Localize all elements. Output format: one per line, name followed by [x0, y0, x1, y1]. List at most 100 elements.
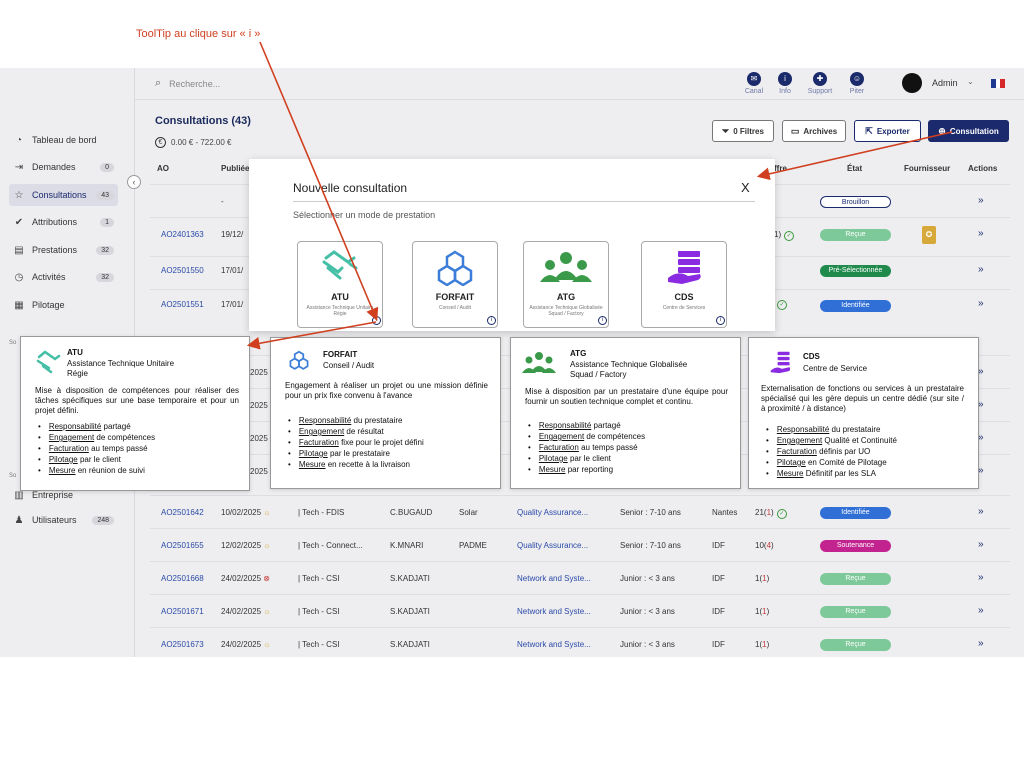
sidebar-item-prestations[interactable]: ▤ Prestations 32: [9, 239, 118, 261]
table-row[interactable]: AO2501642 10/02/2025 ☼ | Tech - FDIS C.B…: [150, 495, 1010, 528]
sidebar-section-label: So: [9, 473, 17, 479]
chevron-right-icon[interactable]: »: [978, 298, 984, 309]
alert-circle-icon: ⊗: [261, 574, 270, 583]
sidebar-item-demandes[interactable]: ⇥ Demandes 0: [9, 156, 118, 178]
chevron-right-icon[interactable]: »: [978, 228, 984, 239]
count-badge: 1: [100, 217, 114, 227]
modal-title: Nouvelle consultation: [293, 181, 408, 195]
server-hand-icon: [770, 351, 791, 374]
plus-circle-icon: ⊕: [938, 125, 946, 136]
filters-button[interactable]: ⏷ 0 Filtres: [712, 120, 774, 142]
chevron-right-icon[interactable]: »: [978, 264, 984, 275]
info-icon: i: [778, 72, 792, 86]
mode-card-atg[interactable]: ATG Assistance Technique Globalisée Squa…: [523, 241, 609, 328]
chevron-down-icon[interactable]: ⌄: [967, 77, 974, 86]
page-title: Consultations (43): [155, 115, 251, 127]
tooltip-atu: ATU Assistance Technique Unitaire Régie …: [20, 336, 250, 491]
info-icon[interactable]: i: [487, 316, 496, 325]
column-header-state[interactable]: État: [847, 164, 862, 173]
status-badge: Pré-Sélectionnée: [820, 265, 891, 277]
table-row[interactable]: AO2501655 12/02/2025 ☼ | Tech - Connect.…: [150, 528, 1010, 561]
sidebar-item-dashboard[interactable]: ◔ Tableau de bord: [9, 129, 118, 151]
flag-stripe-red: [1000, 79, 1006, 88]
status-badge: Identifiée: [820, 507, 891, 519]
mode-card-cds[interactable]: CDS Centre de Services i: [641, 241, 727, 328]
chevron-right-icon[interactable]: »: [978, 605, 984, 616]
status-badge: Identifiée: [820, 300, 891, 312]
count-badge: 248: [92, 515, 114, 525]
search-box[interactable]: ⌕ Recherche...: [155, 77, 220, 90]
filter-icon: ⏷: [722, 125, 730, 136]
chevron-right-icon[interactable]: »: [978, 638, 984, 649]
column-header-offer[interactable]: ffre: [774, 164, 787, 173]
sidebar-item-utilisateurs[interactable]: ♟ Utilisateurs 248: [9, 509, 118, 531]
count-badge: 0: [100, 162, 114, 172]
sun-icon: ☼: [261, 607, 271, 616]
gauge-icon: ◔: [15, 134, 23, 146]
tooltip-features: Responsabilité partagé Engagement de com…: [525, 420, 645, 475]
divider: [293, 201, 755, 202]
table-row[interactable]: AO2501673 24/02/2025 ☼ | Tech - CSI S.KA…: [150, 627, 1010, 657]
chevron-right-icon[interactable]: »: [978, 539, 984, 550]
chevron-right-icon[interactable]: »: [978, 506, 984, 517]
close-button[interactable]: X: [741, 180, 750, 195]
info-icon[interactable]: i: [716, 316, 725, 325]
top-bar: ⌕ Recherche... ✉ Canal i Info ✚ Support …: [135, 68, 1024, 100]
sidebar-item-pilotage[interactable]: ▦ Pilotage: [9, 294, 118, 316]
annotation-note: ToolTip au clique sur « i »: [136, 28, 261, 40]
mode-card-atu[interactable]: ATU Assistance Technique Unitaire Régie …: [297, 241, 383, 328]
check-circle-icon: ✓: [777, 300, 787, 310]
language-flag[interactable]: [991, 79, 1006, 88]
tooltip-features: Responsabilité du prestataire Engagement…: [763, 424, 897, 479]
search-input[interactable]: Recherche...: [169, 79, 220, 89]
count-badge: 43: [96, 190, 114, 200]
chevron-right-icon[interactable]: »: [978, 195, 984, 206]
tool-canal[interactable]: ✉ Canal: [737, 72, 771, 95]
archive-icon: ▭: [790, 125, 800, 136]
archives-button[interactable]: ▭ Archives: [782, 120, 846, 142]
chevron-right-icon[interactable]: »: [978, 572, 984, 583]
mode-card-forfait[interactable]: FORFAIT Conseil / Audit i: [412, 241, 498, 328]
info-icon[interactable]: i: [372, 316, 381, 325]
cubes-icon: [289, 350, 309, 370]
report-icon: ▦: [14, 299, 24, 311]
status-badge: Brouillon: [820, 196, 891, 208]
status-badge: Reçue: [820, 639, 891, 651]
column-header-actions[interactable]: Actions: [968, 164, 997, 173]
lifebuoy-icon: ✚: [813, 72, 827, 86]
check-circle-icon: ✓: [784, 231, 795, 241]
modal-subtitle: Sélectionner un mode de prestation: [293, 210, 436, 220]
new-consultation-modal: Nouvelle consultation X Sélectionner un …: [249, 159, 775, 331]
chat-icon: ✉: [747, 72, 761, 86]
tool-piter[interactable]: ☺ Piter: [840, 72, 874, 95]
column-header-ao[interactable]: AO: [157, 164, 169, 173]
sidebar-item-activites[interactable]: ◷ Activités 32: [9, 266, 118, 288]
table-row[interactable]: AO2501668 24/02/2025 ⊗ | Tech - CSI S.KA…: [150, 561, 1010, 594]
check-circle-icon: ✓: [776, 509, 787, 519]
collapse-sidebar-button[interactable]: ‹: [127, 175, 141, 189]
sun-icon: ☼: [261, 640, 271, 649]
search-icon: ⌕: [155, 77, 162, 89]
export-button[interactable]: ⇱ Exporter: [854, 120, 921, 142]
avatar[interactable]: [902, 73, 922, 93]
sidebar-item-attributions[interactable]: ✔ Attributions 1: [9, 211, 118, 233]
new-consultation-button[interactable]: ⊕ Consultation: [928, 120, 1009, 142]
user-name[interactable]: Admin: [932, 78, 958, 88]
tooltip-cds: CDS Centre de Service Externalisation de…: [748, 337, 979, 489]
sidebar-item-consultations[interactable]: ☆ Consultations 43: [9, 184, 118, 206]
status-badge: Reçue: [820, 229, 891, 241]
column-header-supplier[interactable]: Fournisseur: [904, 164, 950, 173]
sun-icon: ☼: [261, 541, 271, 550]
tool-support[interactable]: ✚ Support: [803, 72, 837, 95]
certificate-icon: ✪: [922, 226, 936, 244]
info-icon[interactable]: i: [598, 316, 607, 325]
table-row[interactable]: AO2501671 24/02/2025 ☼ | Tech - CSI S.KA…: [150, 594, 1010, 627]
tooltip-features: Responsabilité du prestataire Engagement…: [285, 415, 424, 470]
column-header-published[interactable]: Publiée: [221, 164, 249, 173]
euro-icon: €: [155, 137, 166, 148]
count-badge: 32: [96, 245, 114, 255]
team-icon: [522, 352, 556, 373]
sun-icon: ☼: [261, 508, 271, 517]
document-icon: ▤: [14, 244, 24, 256]
tool-info[interactable]: i Info: [768, 72, 802, 95]
